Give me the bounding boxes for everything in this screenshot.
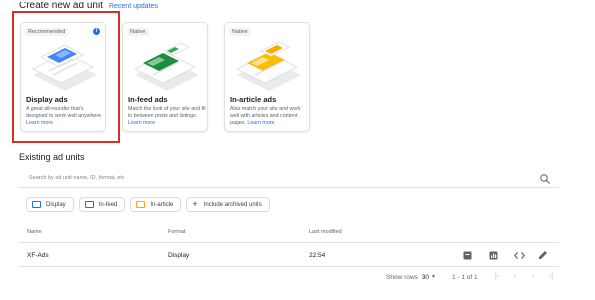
search-icon[interactable] xyxy=(539,173,551,185)
page-range: 1 - 1 of 1 xyxy=(452,273,478,281)
first-page-icon[interactable]: |‹ xyxy=(492,271,502,283)
in-feed-format-icon xyxy=(84,201,94,208)
search-input[interactable] xyxy=(29,175,509,181)
learn-more-link[interactable]: Learn more xyxy=(247,120,274,126)
column-name[interactable]: Name xyxy=(27,229,42,235)
ad-unit-format: Display xyxy=(168,252,190,259)
highlight-box xyxy=(12,11,120,143)
filter-in-feed-chip[interactable]: In-feed xyxy=(78,197,126,212)
column-format[interactable]: Format xyxy=(168,229,185,235)
ad-unit-name[interactable]: XF-Ads xyxy=(27,252,49,259)
archive-icon[interactable] xyxy=(461,249,473,261)
plus-icon: + xyxy=(192,199,198,209)
table-header: Name Format Last modified xyxy=(19,221,559,243)
rows-per-page-select[interactable]: 30 xyxy=(422,274,429,281)
filter-display-chip[interactable]: Display xyxy=(26,197,74,212)
display-format-icon xyxy=(32,201,41,208)
native-badge: Native xyxy=(127,28,149,36)
section-title: Existing ad units xyxy=(19,152,85,162)
previous-page-icon[interactable]: ‹ xyxy=(510,271,520,283)
card-description: Also match your site and work well with … xyxy=(230,106,301,126)
show-rows-label: Show rows xyxy=(386,273,418,281)
report-icon[interactable] xyxy=(487,249,499,261)
card-description: Match the look of your site and fit in b… xyxy=(128,106,206,126)
last-page-icon[interactable]: ›| xyxy=(546,271,556,283)
edit-icon[interactable] xyxy=(537,249,549,261)
ad-unit-last-modified: 22:54 xyxy=(309,252,326,259)
native-badge: Native xyxy=(229,28,251,36)
card-title: In-feed ads xyxy=(128,95,168,104)
filter-in-article-chip[interactable]: In-article xyxy=(130,197,182,212)
in-article-ad-illustration xyxy=(236,41,301,91)
in-article-ads-card[interactable]: Native In-article ads Also match your si… xyxy=(224,22,310,132)
card-title: In-article ads xyxy=(230,95,277,104)
column-last-modified[interactable]: Last modified xyxy=(309,229,342,235)
search-bar xyxy=(19,172,559,188)
in-feed-ad-illustration xyxy=(134,42,199,91)
next-page-icon[interactable]: › xyxy=(528,271,538,283)
in-article-format-icon xyxy=(136,201,146,208)
chevron-down-icon[interactable]: ▼ xyxy=(431,274,436,280)
show-rows-control: Show rows 30 ▼ xyxy=(386,271,436,283)
in-feed-ads-card[interactable]: Native In-feed ads Match the look of you… xyxy=(122,22,208,132)
learn-more-link[interactable]: Learn more xyxy=(128,120,155,126)
filter-chips: Display In-feed In-article + Include arc… xyxy=(26,197,270,212)
code-icon[interactable] xyxy=(513,249,525,261)
include-archived-button[interactable]: + Include archived units xyxy=(186,197,270,212)
table-row[interactable]: XF-Ads Display 22:54 xyxy=(19,243,559,267)
recent-updates-link[interactable]: Recent updates xyxy=(109,3,158,11)
